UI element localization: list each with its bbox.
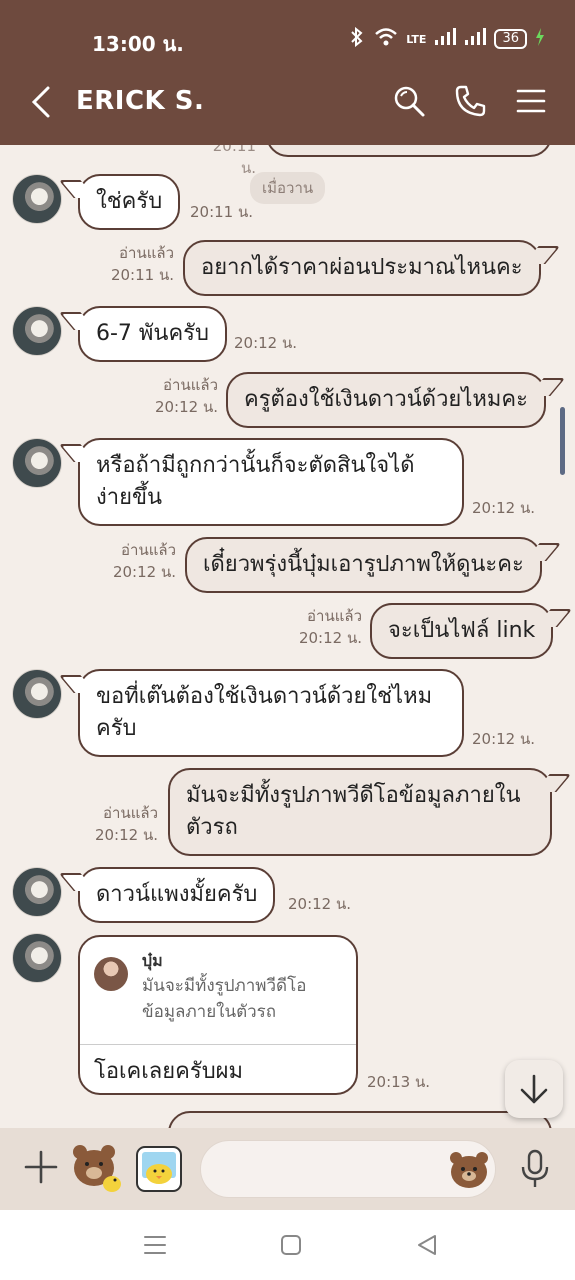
message-meta: อ่านแล้ว 20:12 น.: [268, 605, 362, 649]
triangle-back-icon: [418, 1235, 436, 1255]
image-icon: [136, 1146, 182, 1192]
menu-icon: [144, 1236, 166, 1254]
message-time: 20:12 น.: [298, 629, 362, 647]
sticker-button[interactable]: [68, 1140, 124, 1196]
chat-header: 13:00 น. LTE 36 ERICK S.: [0, 0, 575, 145]
menu-button[interactable]: [516, 84, 550, 118]
chat-area[interactable]: 20:11 น. เมื่อวาน ใช่ครับ 20:11 น. อ่านแ…: [0, 145, 575, 1128]
nav-home-button[interactable]: [276, 1230, 306, 1260]
message-bubble-out[interactable]: อยากได้ราคาผ่อนประมาณไหนคะ: [183, 240, 541, 296]
message-bubble-in[interactable]: หรือถ้ามีถูกกว่านั้นก็จะตัดสินใจได้ ง่าย…: [78, 438, 464, 526]
back-button[interactable]: [26, 82, 56, 122]
photo-button[interactable]: [134, 1144, 184, 1194]
message-composer: [0, 1128, 575, 1210]
reply-message-bubble[interactable]: บุ๋ม มันจะมีทั้งรูปภาพวีดีโอข้อมูลภายในต…: [78, 935, 358, 1095]
message-bubble-out[interactable]: ครูต้องใช้เงินดาวน์ด้วยไหมคะ: [226, 372, 546, 428]
message-bubble-out[interactable]: จะเป็นไฟล์ link: [370, 603, 554, 659]
search-button[interactable]: [392, 84, 426, 118]
reply-text: โอเคเลยครับผม: [94, 1059, 244, 1084]
contact-avatar[interactable]: [12, 306, 62, 356]
message-meta: อ่านแล้ว 20:12 น.: [124, 374, 218, 418]
add-button[interactable]: [22, 1148, 60, 1186]
contact-avatar[interactable]: [12, 669, 62, 719]
system-navigation-bar: [0, 1210, 575, 1280]
read-receipt: อ่านแล้ว: [163, 376, 218, 394]
date-chip: เมื่อวาน: [250, 172, 326, 204]
read-receipt: อ่านแล้ว: [307, 607, 362, 625]
message-bubble-partial[interactable]: [266, 145, 552, 157]
message-bubble-out[interactable]: มันจะมีทั้งรูปภาพวีดีโอข้อมูลภายใน ตัวรถ: [168, 768, 552, 856]
read-receipt: อ่านแล้ว: [121, 541, 176, 559]
message-bubble-in[interactable]: ขอที่เต๊นต้องใช้เงินดาวน์ด้วยใช่ไหม ครับ: [78, 669, 464, 757]
message-meta: อ่านแล้ว 20:12 น.: [82, 539, 176, 583]
emoji-button[interactable]: [448, 1148, 490, 1190]
nav-menu-button[interactable]: [140, 1230, 170, 1260]
quoted-message[interactable]: บุ๋ม มันจะมีทั้งรูปภาพวีดีโอข้อมูลภายในต…: [80, 937, 356, 1045]
message-time: 20:12 น.: [94, 826, 158, 844]
voice-button[interactable]: [518, 1148, 552, 1190]
bear-sticker-icon: [73, 1145, 121, 1192]
contact-avatar[interactable]: [12, 933, 62, 983]
menu-icon: [516, 89, 546, 113]
message-bubble-out[interactable]: เดี๋ยวพรุ่งนี้บุ๋มเอารูปภาพให้ดูนะคะ: [185, 537, 542, 593]
message-bubble-partial[interactable]: [168, 1111, 552, 1128]
read-receipt: อ่านแล้ว: [119, 244, 174, 262]
nav-back-button[interactable]: [412, 1230, 442, 1260]
message-line: หรือถ้ามีถูกกว่านั้นก็จะตัดสินใจได้: [96, 453, 415, 478]
microphone-icon: [521, 1149, 549, 1187]
message-bubble-in[interactable]: ใช่ครับ: [78, 174, 181, 230]
bluetooth-icon: [348, 26, 366, 51]
read-receipt: อ่านแล้ว: [103, 804, 158, 822]
message-line: ครับ: [96, 716, 137, 741]
signal-icon-2: [464, 28, 487, 50]
message-line: ง่ายขึ้น: [96, 485, 163, 510]
square-icon: [281, 1235, 301, 1255]
status-time: 13:00 น.: [92, 32, 184, 56]
charging-icon: [535, 28, 545, 50]
message-line: ตัวรถ: [186, 815, 238, 840]
message-time-partial: 20:11 น.: [212, 145, 256, 177]
scrollbar[interactable]: [560, 407, 565, 475]
wifi-icon: [374, 27, 398, 51]
bear-emoji-icon: [450, 1152, 488, 1188]
network-type: LTE: [406, 32, 427, 46]
phone-icon: [455, 85, 486, 117]
call-button[interactable]: [454, 84, 488, 118]
quoted-text: มันจะมีทั้งรูปภาพวีดีโอข้อมูลภายในตัวรถ: [142, 976, 307, 1022]
message-time: 20:11 น.: [190, 203, 254, 221]
message-time: 20:12 น.: [154, 398, 218, 416]
contact-avatar[interactable]: [12, 867, 62, 917]
chevron-left-icon: [31, 86, 50, 118]
contact-avatar[interactable]: [12, 438, 62, 488]
message-time: 20:12 น.: [472, 730, 536, 748]
message-line: ขอที่เต๊นต้องใช้เงินดาวน์ด้วยใช่ไหม: [96, 684, 433, 709]
message-line: มันจะมีทั้งรูปภาพวีดีโอข้อมูลภายใน: [186, 783, 521, 808]
chat-title: ERICK S.: [76, 86, 205, 116]
quoted-avatar: [94, 957, 128, 991]
contact-avatar[interactable]: [12, 174, 62, 224]
search-icon: [394, 86, 425, 117]
plus-icon: [24, 1150, 58, 1184]
message-time: 20:12 น.: [234, 334, 298, 352]
message-time: 20:11 น.: [110, 266, 174, 284]
message-meta: อ่านแล้ว 20:12 น.: [64, 802, 158, 846]
message-time: 20:12 น.: [472, 499, 536, 517]
message-time: 20:12 น.: [288, 895, 352, 913]
message-bubble-in[interactable]: ดาวน์แพงมั้ยครับ: [78, 867, 276, 923]
signal-icon: [434, 28, 457, 50]
quoted-sender-name: บุ๋ม: [142, 951, 163, 970]
message-meta: อ่านแล้ว 20:11 น.: [80, 242, 174, 286]
message-time: 20:13 น.: [367, 1073, 431, 1091]
arrow-down-icon: [520, 1074, 548, 1104]
battery-icon: 36: [494, 29, 527, 49]
status-icons: LTE 36: [348, 26, 545, 51]
scroll-to-bottom-button[interactable]: [505, 1060, 563, 1118]
message-time: 20:12 น.: [112, 563, 176, 581]
message-bubble-in[interactable]: 6-7 พันครับ: [78, 306, 227, 362]
